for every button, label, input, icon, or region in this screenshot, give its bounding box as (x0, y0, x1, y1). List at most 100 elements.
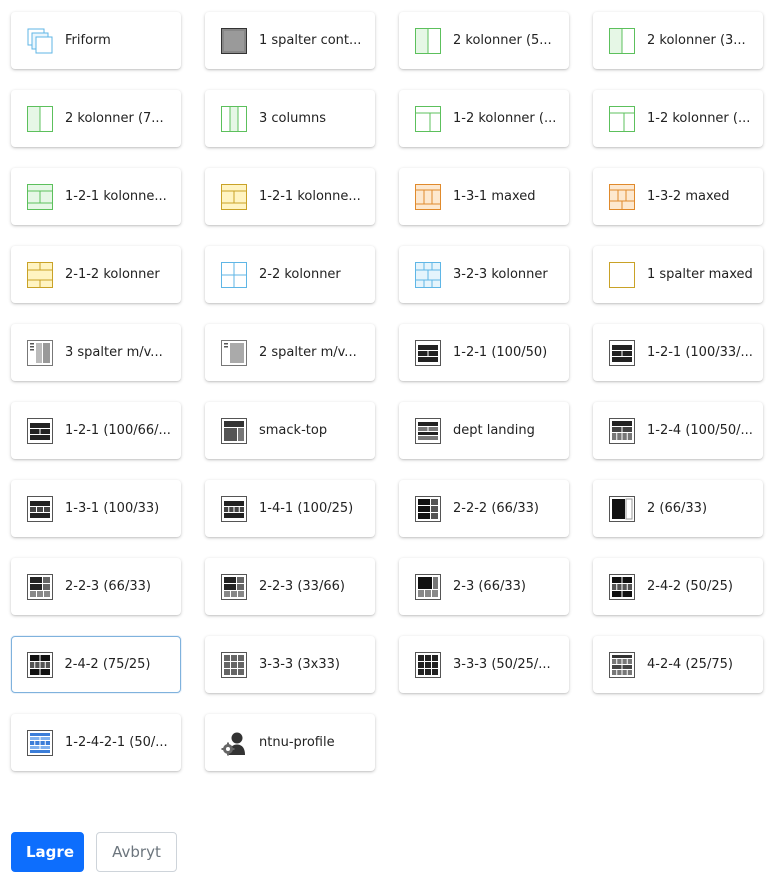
layout-option-label: 3-3-3 (50/25/... (453, 657, 551, 672)
layout-option[interactable]: dept landing (399, 402, 569, 459)
layout-option[interactable]: 2-2-3 (66/33) (11, 558, 181, 615)
layout-option[interactable]: 2-4-2 (50/25) (593, 558, 763, 615)
two-two-columns-icon (221, 261, 247, 288)
layout-option[interactable]: 1-2-4-2-1 (50/... (11, 714, 181, 771)
layout-option-label: 2-4-2 (50/25) (647, 579, 733, 594)
one-three-one-layout-icon (27, 495, 53, 522)
layout-option-label: 1-2-1 (100/33/... (647, 345, 753, 360)
layout-option[interactable]: 2-3 (66/33) (399, 558, 569, 615)
layout-option[interactable]: ntnu-profile (205, 714, 375, 771)
layout-option[interactable]: 4-2-4 (25/75) (593, 636, 763, 693)
layout-option-label: 2 kolonner (7... (65, 111, 164, 126)
layout-option-label: 1-4-1 (100/25) (259, 501, 354, 516)
one-two-one-layout-icon (27, 417, 53, 444)
four-two-four-layout-icon (609, 651, 635, 678)
layout-option-label: 1-2 kolonner (... (647, 111, 751, 126)
layout-option[interactable]: smack-top (205, 402, 375, 459)
layout-option-label: 1 spalter cont... (259, 33, 362, 48)
one-two-four-two-one-layout-icon (27, 729, 53, 756)
layout-option[interactable]: 2-4-2 (75/25) (11, 636, 181, 693)
user-gear-icon (221, 732, 245, 755)
three-columns-icon (221, 105, 247, 132)
layout-option[interactable]: 1-2-1 kolonne... (205, 168, 375, 225)
layout-option[interactable]: 2-2-3 (33/66) (205, 558, 375, 615)
one-two-columns-icon (415, 105, 441, 132)
two-two-three-layout-icon (27, 573, 53, 600)
save-button[interactable]: Lagre (11, 832, 84, 872)
layout-option-label: 2-2-3 (33/66) (259, 579, 345, 594)
two-two-three-layout-icon (221, 573, 247, 600)
layout-option[interactable]: 2-2 kolonner (205, 246, 375, 303)
layout-option[interactable]: Friform (11, 12, 181, 69)
two-two-two-layout-icon (415, 495, 441, 522)
layout-option[interactable]: 2-2-2 (66/33) (399, 480, 569, 537)
layout-option[interactable]: 1-2-4 (100/50/... (593, 402, 763, 459)
layout-grid: Friform 1 spalter cont... 2 kolonner (5...… (11, 12, 763, 771)
layout-option[interactable]: 1 spalter maxed (593, 246, 763, 303)
layout-option-label: Friform (65, 33, 111, 48)
layout-option[interactable]: 1-4-1 (100/25) (205, 480, 375, 537)
three-three-three-layout-icon (221, 651, 247, 678)
layout-option[interactable]: 2-1-2 kolonner (11, 246, 181, 303)
form-actions: Lagre Avbryt (11, 832, 177, 872)
layout-option[interactable]: 1-3-1 (100/33) (11, 480, 181, 537)
layout-option-label: 1-2-1 (100/50) (453, 345, 548, 360)
layout-option-label: 1-2-1 kolonne... (259, 189, 361, 204)
smack-top-layout-icon (221, 417, 247, 444)
layout-option[interactable]: 1-3-2 maxed (593, 168, 763, 225)
layout-option[interactable]: 1-2-1 (100/50) (399, 324, 569, 381)
three-two-three-columns-icon (415, 261, 441, 288)
two-columns-icon (415, 27, 441, 54)
layout-option-label: 2-3 (66/33) (453, 579, 526, 594)
layout-option[interactable]: 2 kolonner (7... (11, 90, 181, 147)
layout-option[interactable]: 1-2 kolonner (... (593, 90, 763, 147)
layout-option-label: 2-4-2 (75/25) (64, 657, 151, 672)
one-column-maxed-icon (609, 261, 635, 288)
two-columns-sidebar-icon (221, 339, 247, 366)
layout-option-label: 1-3-2 maxed (647, 189, 730, 204)
layout-option[interactable]: 2 (66/33) (593, 480, 763, 537)
layout-option-label: 3-3-3 (3x33) (259, 657, 340, 672)
two-three-layout-icon (415, 573, 441, 600)
layout-option[interactable]: 2 spalter m/v... (205, 324, 375, 381)
layout-option-label: smack-top (259, 423, 328, 438)
layout-option[interactable]: 1 spalter cont... (205, 12, 375, 69)
layout-option[interactable]: 3-3-3 (50/25/... (399, 636, 569, 693)
layout-option-label: 4-2-4 (25/75) (647, 657, 733, 672)
layout-option-label: 2 kolonner (5... (453, 33, 552, 48)
layout-option-label: 1-2-4-2-1 (50/... (65, 735, 168, 750)
one-two-one-layout-icon (609, 339, 635, 366)
layout-option-label: 3 columns (259, 111, 327, 126)
layout-option[interactable]: 1-2-1 kolonne... (11, 168, 181, 225)
layout-option[interactable]: 3 columns (205, 90, 375, 147)
one-two-four-layout-icon (609, 417, 635, 444)
two-column-layout-icon (609, 495, 635, 522)
two-columns-icon (27, 105, 53, 132)
layout-option[interactable]: 2 kolonner (3... (593, 12, 763, 69)
layout-option-label: 2-2 kolonner (259, 267, 341, 282)
layout-option[interactable]: 2 kolonner (5... (399, 12, 569, 69)
three-columns-sidebar-icon (27, 339, 53, 366)
two-columns-icon (609, 27, 635, 54)
layout-option-label: 2 spalter m/v... (259, 345, 357, 360)
one-column-container-icon (221, 27, 247, 54)
cancel-button[interactable]: Avbryt (96, 832, 177, 872)
layout-option[interactable]: 3 spalter m/v... (11, 324, 181, 381)
layout-option[interactable]: 1-2-1 (100/66/... (11, 402, 181, 459)
layout-option[interactable]: 3-3-3 (3x33) (205, 636, 375, 693)
layout-option-label: 3 spalter m/v... (65, 345, 163, 360)
layout-option[interactable]: 1-2 kolonner (... (399, 90, 569, 147)
layout-option-label: 2 (66/33) (647, 501, 708, 516)
one-two-one-columns-icon (27, 183, 53, 210)
one-three-one-maxed-icon (415, 183, 441, 210)
two-four-two-layout-icon (609, 573, 635, 600)
one-two-columns-icon (609, 105, 635, 132)
layout-option[interactable]: 3-2-3 kolonner (399, 246, 569, 303)
three-three-three-layout-icon (415, 651, 441, 678)
layout-option-label: 1-2-4 (100/50/... (647, 423, 753, 438)
layout-option[interactable]: 1-2-1 (100/33/... (593, 324, 763, 381)
freeform-layout-icon (27, 28, 53, 53)
layout-option-label: 2 kolonner (3... (647, 33, 746, 48)
layout-option[interactable]: 1-3-1 maxed (399, 168, 569, 225)
one-three-two-maxed-icon (609, 183, 635, 210)
